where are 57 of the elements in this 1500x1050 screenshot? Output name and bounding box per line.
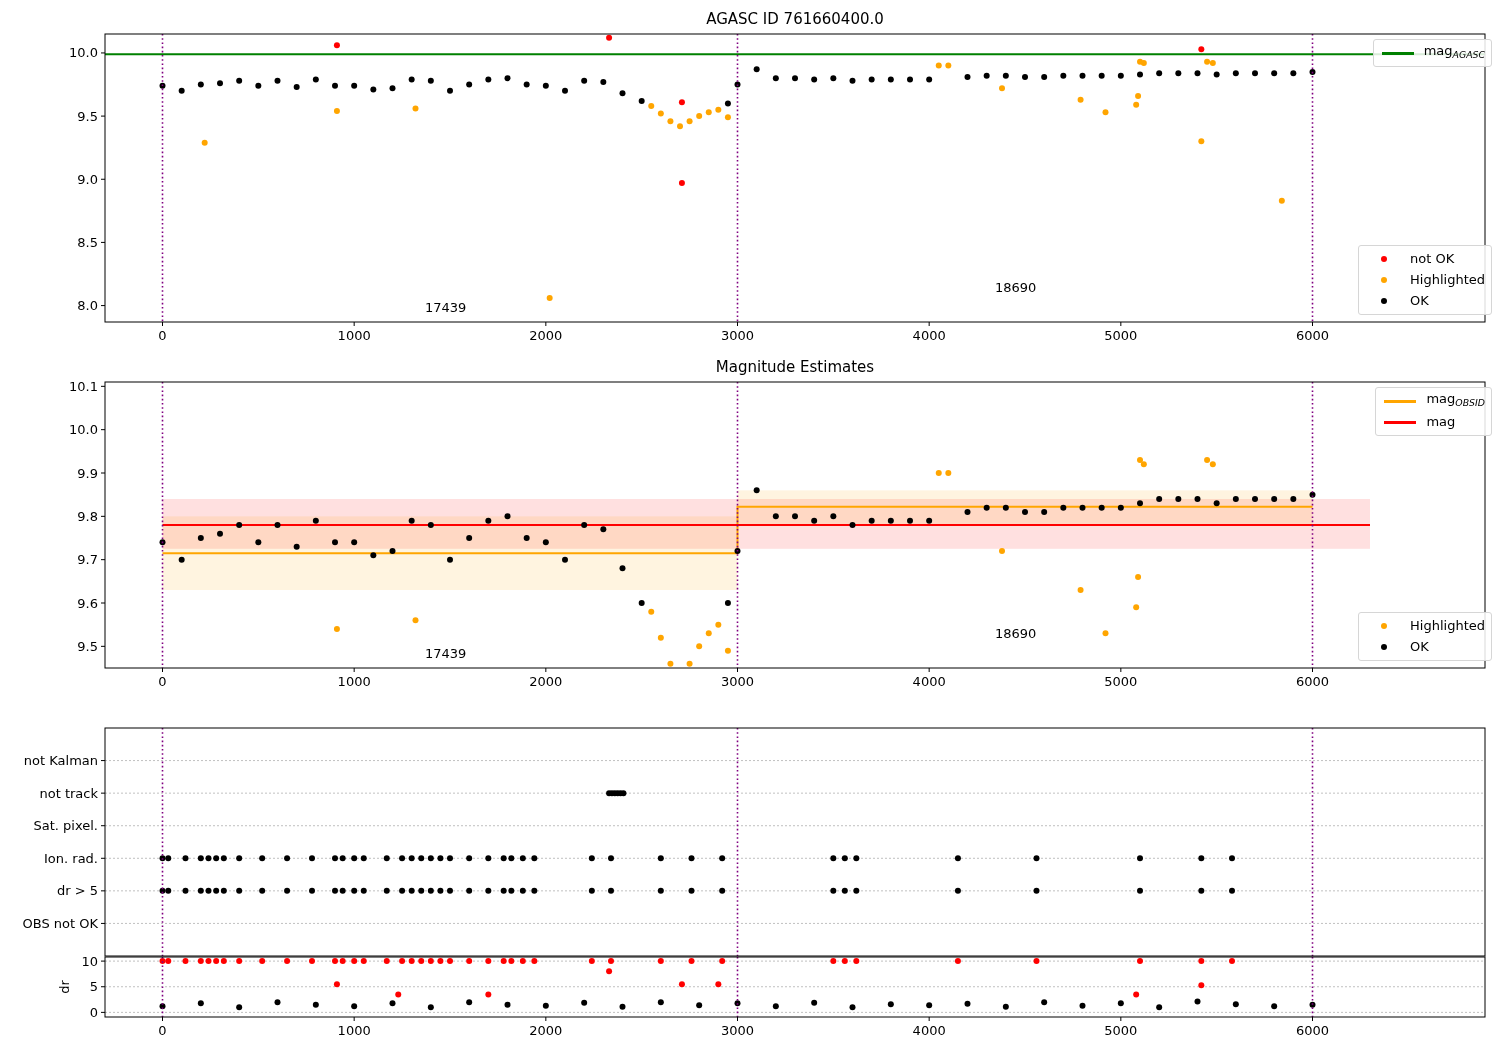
chart-title: AGASC ID 761660400.0: [706, 9, 884, 29]
legend-label: OK: [1410, 292, 1429, 310]
legend-label: OK: [1410, 638, 1429, 656]
tick-label: dr > 5: [56, 883, 98, 899]
legend-label: Highlighted: [1410, 617, 1485, 635]
tick-label: 3000: [720, 674, 755, 689]
obsid-label: 17439: [425, 646, 467, 661]
tick-label: 9.5: [77, 638, 98, 654]
tick-label: 2000: [529, 674, 563, 689]
tick-label: 2000: [529, 328, 563, 343]
tick-label: 1000: [337, 328, 371, 343]
tick-label: 6000: [1295, 328, 1330, 343]
tick-label: 9.8: [77, 508, 98, 524]
tick-label: 9.0: [77, 171, 98, 187]
tick-label: 5: [89, 979, 98, 995]
tick-label: 4000: [912, 1023, 946, 1038]
tick-label: 0: [158, 328, 167, 343]
tick-label: 1000: [337, 1023, 371, 1038]
tick-label: 8.5: [77, 234, 98, 250]
axis-label: dr: [57, 980, 72, 994]
legend-label: mag$_{AGASC}$: [1423, 42, 1485, 62]
tick-label: 4000: [912, 674, 946, 689]
tick-label: 10.0: [69, 422, 98, 438]
tick-label: 3000: [720, 1023, 755, 1038]
tick-label: 5000: [1104, 674, 1138, 689]
obsid-label: 18690: [995, 626, 1037, 641]
tick-label: 3000: [720, 328, 755, 343]
tick-label: 9.6: [77, 595, 98, 611]
tick-label: 0: [158, 1023, 167, 1038]
legend-label: mag$_{OBSID}$: [1426, 390, 1485, 410]
tick-label: OBS not OK: [22, 915, 98, 931]
tick-label: 0: [158, 674, 167, 689]
tick-label: 10.1: [69, 378, 98, 394]
tick-label: 9.7: [77, 552, 98, 568]
tick-label: not track: [39, 785, 98, 801]
tick-label: 6000: [1295, 674, 1330, 689]
tick-label: 8.0: [77, 298, 98, 314]
tick-label: 2000: [529, 1023, 563, 1038]
obsid-label: 17439: [425, 300, 467, 315]
legend-label: not OK: [1410, 250, 1455, 268]
obsid-label: 18690: [995, 280, 1037, 295]
tick-label: 4000: [912, 328, 946, 343]
chart-title: Magnitude Estimates: [715, 357, 875, 377]
tick-label: 5000: [1104, 1023, 1138, 1038]
tick-label: 10.0: [69, 45, 98, 61]
tick-label: 6000: [1295, 1023, 1330, 1038]
tick-label: not Kalman: [23, 753, 98, 769]
tick-label: Ion. rad.: [44, 850, 98, 866]
tick-label: 1000: [337, 674, 371, 689]
tick-label: 5000: [1104, 328, 1138, 343]
tick-label: 10: [81, 953, 98, 969]
tick-label: 0: [89, 1004, 98, 1020]
tick-label: 9.9: [77, 465, 98, 481]
tick-label: Sat. pixel.: [33, 818, 98, 834]
legend-label: Highlighted: [1410, 271, 1485, 289]
tick-label: 9.5: [77, 108, 98, 124]
legend-label: mag: [1426, 413, 1456, 431]
